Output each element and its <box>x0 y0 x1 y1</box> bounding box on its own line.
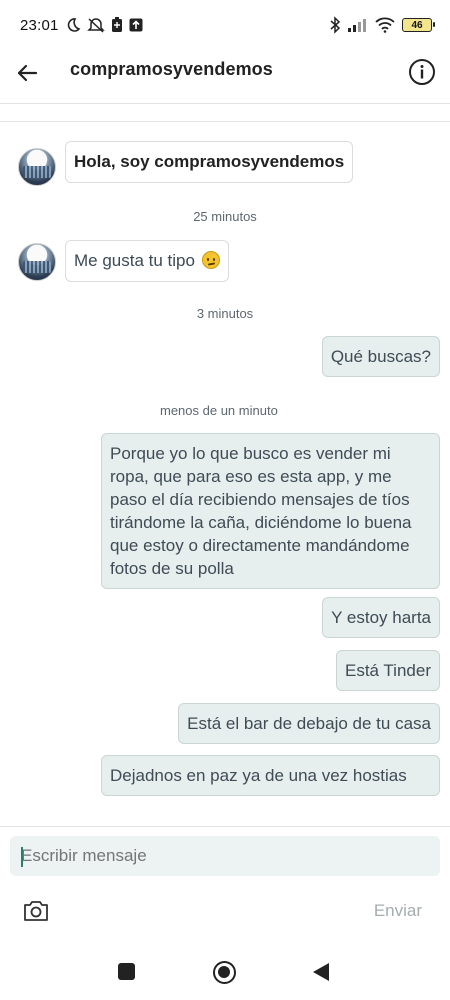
home-button[interactable] <box>213 961 236 984</box>
message-outgoing: Dejadnos en paz ya de una vez hostias <box>101 755 440 796</box>
message-timestamp: menos de un minuto <box>160 403 278 418</box>
avatar[interactable] <box>18 148 56 186</box>
mute-icon <box>86 18 105 33</box>
camera-icon <box>24 901 48 921</box>
text-caret <box>21 847 23 867</box>
back-button[interactable] <box>12 58 42 88</box>
battery-icon: 46 <box>402 18 435 32</box>
message-incoming: Me gusta tu tipo <box>65 240 229 282</box>
upload-icon <box>129 18 143 32</box>
page-title: compramosyvendemos <box>70 59 273 79</box>
message-timestamp: 25 minutos <box>193 209 257 224</box>
message-text: Me gusta tu tipo <box>74 251 195 270</box>
system-back-button[interactable] <box>313 963 329 981</box>
message-outgoing: Y estoy harta <box>322 597 440 638</box>
composer-divider <box>0 826 450 827</box>
back-arrow-icon <box>17 64 38 82</box>
message-input[interactable] <box>10 836 440 876</box>
avatar[interactable] <box>18 243 56 281</box>
wifi-icon <box>375 17 395 33</box>
bluetooth-icon <box>330 16 341 34</box>
status-bar: 23:01 46 <box>0 0 450 50</box>
message-outgoing: Qué buscas? <box>321 336 440 377</box>
message-list[interactable]: Hola, soy compramosyvendemos 25 minutos … <box>0 122 450 827</box>
message-outgoing: Porque yo lo que busco es vender mi ropa… <box>101 433 440 589</box>
status-time: 23:01 <box>20 16 59 34</box>
chat-header: compramosyvendemos <box>0 50 450 104</box>
info-button[interactable] <box>408 58 436 86</box>
recent-apps-button[interactable] <box>118 963 135 980</box>
send-button[interactable]: Enviar <box>374 901 422 921</box>
message-incoming: Hola, soy compramosyvendemos <box>65 141 354 183</box>
battery-saver-icon <box>111 17 122 32</box>
moon-icon <box>67 18 80 32</box>
info-icon <box>409 59 435 85</box>
slightly-smiling-face-icon <box>201 251 220 269</box>
message-timestamp: 3 minutos <box>196 306 254 321</box>
message-outgoing: Está el bar de debajo de tu casa <box>178 703 440 744</box>
message-outgoing: Está Tinder <box>336 650 440 691</box>
camera-button[interactable] <box>22 899 50 923</box>
signal-icon <box>348 19 366 32</box>
